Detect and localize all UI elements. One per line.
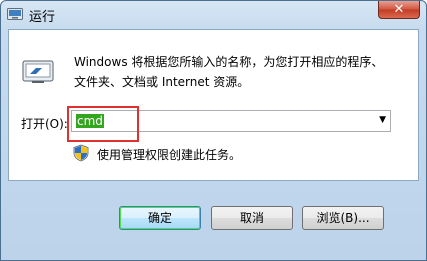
browse-button[interactable]: 浏览(B)... [302,206,384,230]
run-app-icon [7,8,23,20]
dialog-content: Windows 将根据您所输入的名称，为您打开相应的程序、 文件夹、文档或 In… [8,29,419,181]
close-icon: ✕ [393,2,405,17]
title-bar[interactable]: 运行 ✕ [1,1,426,29]
dropdown-arrow-icon[interactable]: ▼ [379,115,386,125]
ok-button[interactable]: 确定 [119,206,201,230]
run-program-icon [22,60,54,83]
uac-shield-icon [73,144,89,162]
close-button[interactable]: ✕ [378,1,420,19]
description-line-1: Windows 将根据您所输入的名称，为您打开相应的程序、 [74,55,384,69]
admin-privilege-note: 使用管理权限创建此任务。 [97,148,242,162]
open-label: 打开(O): [21,117,68,131]
run-dialog: 运行 ✕ Windows 将根据您所输入的名称，为您打开相应的程序、 文件夹、文… [0,0,427,261]
highlight-annotation [67,106,139,142]
description-text: Windows 将根据您所输入的名称，为您打开相应的程序、 文件夹、文档或 In… [74,52,414,92]
window-title: 运行 [29,10,56,25]
cancel-button[interactable]: 取消 [211,206,293,230]
description-line-2: 文件夹、文档或 Internet 资源。 [74,75,250,89]
